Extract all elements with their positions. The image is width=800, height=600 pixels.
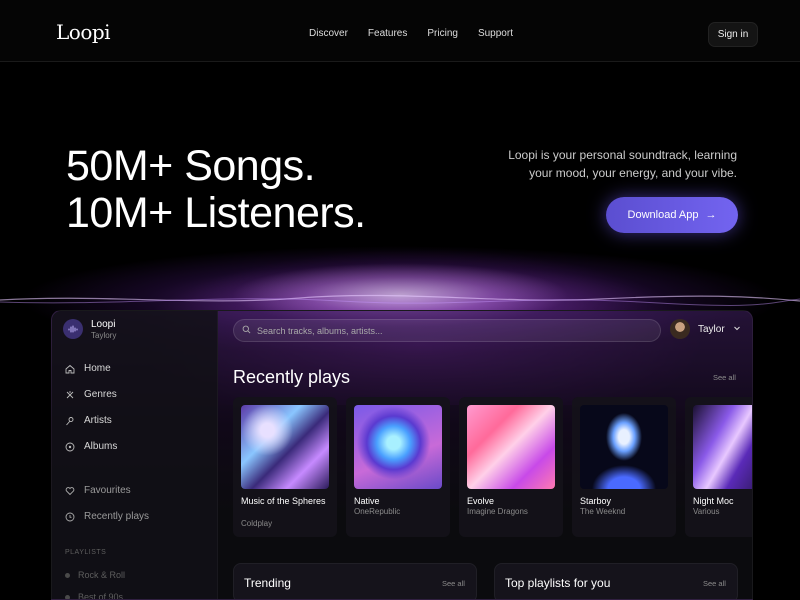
album-card[interactable]: Native OneRepublic bbox=[346, 397, 450, 537]
search-placeholder: Search tracks, albums, artists... bbox=[257, 325, 383, 336]
hero-line-1: 50M+ Songs. bbox=[66, 142, 316, 190]
album-art bbox=[580, 405, 668, 489]
sidebar-item-label: Genres bbox=[84, 389, 117, 400]
nav-link-support[interactable]: Support bbox=[478, 28, 513, 39]
sidebar-item-albums[interactable]: Albums bbox=[65, 441, 117, 452]
album-title: Music of the Spheres bbox=[241, 496, 326, 506]
sidebar: Loopi Taylory Home Genres Artists Albums… bbox=[52, 311, 218, 600]
see-all-recent-link[interactable]: See all bbox=[713, 373, 736, 382]
clock-icon bbox=[65, 512, 75, 522]
arrow-right-icon: → bbox=[705, 209, 717, 221]
top-playlists-title: Top playlists for you bbox=[505, 576, 611, 590]
trending-title: Trending bbox=[244, 576, 291, 590]
heart-icon bbox=[65, 486, 75, 496]
playlist-dot-icon bbox=[65, 594, 70, 599]
playlist-item[interactable]: Rock & Roll bbox=[65, 570, 125, 580]
download-app-button[interactable]: Download App → bbox=[606, 197, 738, 233]
album-artist: Imagine Dragons bbox=[467, 507, 528, 516]
profile-name: Loopi bbox=[91, 319, 116, 330]
album-artist: Coldplay bbox=[241, 519, 273, 528]
album-card[interactable]: Night Moc Various bbox=[685, 397, 752, 537]
home-icon bbox=[65, 364, 75, 374]
album-art bbox=[693, 405, 752, 489]
playlists-heading: PLAYLISTS bbox=[65, 549, 107, 556]
album-artist: The Weeknd bbox=[580, 507, 626, 516]
hero-line-2: 10M+ Listeners. bbox=[66, 189, 366, 237]
sidebar-item-label: Artists bbox=[84, 415, 112, 426]
albums-icon bbox=[65, 442, 75, 452]
search-input[interactable]: Search tracks, albums, artists... bbox=[233, 319, 661, 342]
top-nav: Loopi Discover Features Pricing Support … bbox=[0, 0, 800, 62]
nav-link-features[interactable]: Features bbox=[368, 28, 407, 39]
user-name: Taylor bbox=[698, 323, 725, 335]
album-artist: Various bbox=[693, 507, 720, 516]
album-art bbox=[467, 405, 555, 489]
sidebar-item-label: Recently plays bbox=[84, 511, 150, 522]
playlist-dot-icon bbox=[65, 572, 70, 578]
album-card[interactable]: Music of the Spheres Coldplay bbox=[233, 397, 337, 537]
download-app-label: Download App bbox=[627, 209, 699, 221]
avatar bbox=[670, 319, 690, 339]
sidebar-item-label: Home bbox=[84, 363, 111, 374]
logo[interactable]: Loopi bbox=[56, 20, 111, 44]
sidebar-item-genres[interactable]: Genres bbox=[65, 389, 117, 400]
nav-link-pricing[interactable]: Pricing bbox=[427, 28, 458, 39]
see-all-trending-link[interactable]: See all bbox=[442, 579, 465, 588]
user-menu[interactable]: Taylor bbox=[670, 319, 741, 339]
sign-in-button[interactable]: Sign in bbox=[708, 22, 758, 47]
album-card[interactable]: Starboy The Weeknd bbox=[572, 397, 676, 537]
trending-panel: Trending See all bbox=[233, 563, 477, 599]
recent-cards: Music of the Spheres Coldplay Native One… bbox=[233, 397, 752, 537]
sidebar-item-artists[interactable]: Artists bbox=[65, 415, 112, 426]
album-artist: OneRepublic bbox=[354, 507, 401, 516]
see-all-playlists-link[interactable]: See all bbox=[703, 579, 726, 588]
nav-links: Discover Features Pricing Support bbox=[309, 28, 533, 39]
search-icon bbox=[242, 325, 251, 336]
playlist-item[interactable]: Best of 90s bbox=[65, 592, 124, 600]
playlist-label: Rock & Roll bbox=[78, 570, 126, 580]
hero-title: 50M+ Songs. 10M+ Listeners. bbox=[66, 143, 366, 237]
album-art bbox=[354, 405, 442, 489]
top-playlists-panel: Top playlists for you See all bbox=[494, 563, 738, 599]
profile-wave-icon bbox=[63, 319, 83, 339]
nav-link-discover[interactable]: Discover bbox=[309, 28, 348, 39]
chevron-down-icon bbox=[733, 324, 741, 335]
sidebar-item-favourites[interactable]: Favourites bbox=[65, 485, 131, 496]
album-art bbox=[241, 405, 329, 489]
hero-description: Loopi is your personal soundtrack, learn… bbox=[467, 146, 737, 182]
album-card[interactable]: Evolve Imagine Dragons bbox=[459, 397, 563, 537]
app-preview: Loopi Taylory Home Genres Artists Albums… bbox=[51, 310, 753, 600]
profile-sub: Taylory bbox=[91, 331, 117, 340]
artists-icon bbox=[65, 416, 75, 426]
recently-plays-title: Recently plays bbox=[233, 367, 351, 387]
hero-desc-line-2: your mood, your energy, and your vibe. bbox=[529, 166, 737, 180]
sidebar-item-recently-plays[interactable]: Recently plays bbox=[65, 511, 149, 522]
genres-icon bbox=[65, 390, 75, 400]
sidebar-item-label: Albums bbox=[84, 441, 118, 452]
playlist-label: Best of 90s bbox=[78, 592, 124, 600]
sidebar-item-label: Favourites bbox=[84, 485, 131, 496]
hero-desc-line-1: Loopi is your personal soundtrack, learn… bbox=[508, 148, 737, 162]
sidebar-item-home[interactable]: Home bbox=[65, 363, 111, 374]
sound-wave-decoration bbox=[0, 294, 800, 306]
